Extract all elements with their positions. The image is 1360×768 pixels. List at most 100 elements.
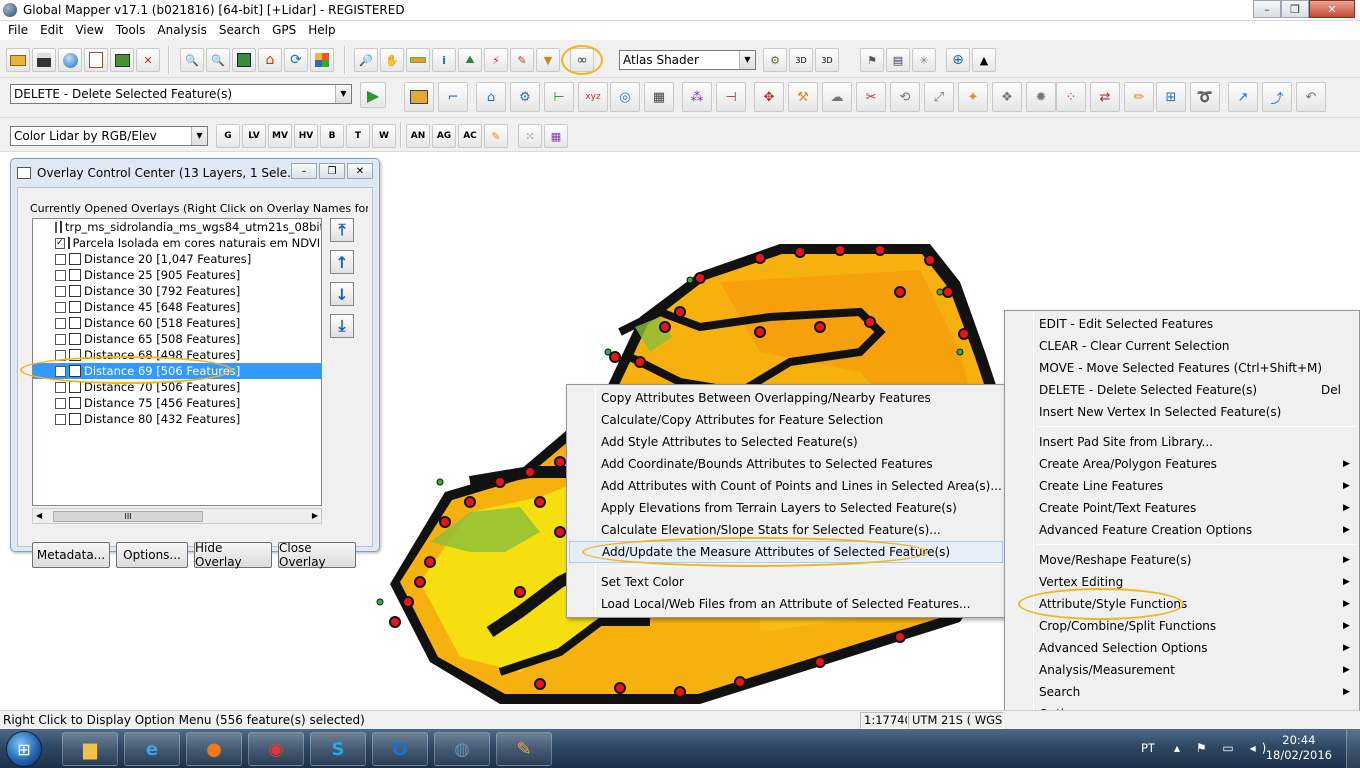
play-icon[interactable]: ▶ bbox=[360, 82, 386, 108]
start-button[interactable]: ⊞ bbox=[6, 731, 42, 767]
scroll-left-icon[interactable]: ◀ bbox=[36, 511, 42, 520]
outlook-icon[interactable]: O bbox=[372, 732, 428, 766]
lidar-edit-icon[interactable]: ✎ bbox=[484, 124, 508, 148]
occ-close-button[interactable]: ✕ bbox=[347, 163, 373, 179]
overlay-list-item[interactable]: Distance 65 [508 Features] bbox=[33, 331, 321, 347]
lidar-color-select[interactable]: Color Lidar by RGB/Elev ▼ bbox=[10, 126, 208, 146]
select-points-icon[interactable]: ⁘ bbox=[1056, 82, 1086, 112]
menu-view[interactable]: View bbox=[69, 21, 109, 40]
sparkle-icon[interactable]: ✳ bbox=[912, 48, 936, 72]
submenu-item[interactable]: Load Local/Web Files from an Attribute o… bbox=[567, 593, 1005, 615]
lidar-water-button[interactable]: W bbox=[372, 124, 396, 148]
path-profile-icon[interactable]: ⛰ bbox=[458, 48, 482, 72]
move-to-bottom-button[interactable]: ⤓ bbox=[330, 314, 354, 338]
shader-settings-icon[interactable]: ⚙ bbox=[763, 48, 787, 72]
refresh-icon[interactable]: ⟳ bbox=[284, 48, 308, 72]
context-menu-item[interactable]: Create Area/Polygon Features ▶ bbox=[1005, 453, 1359, 475]
3d-view-button[interactable]: 3D bbox=[789, 48, 813, 72]
context-menu-item[interactable]: Search ▶ bbox=[1005, 681, 1359, 703]
language-indicator[interactable]: PT bbox=[1141, 741, 1155, 755]
circle-icon[interactable]: ◎ bbox=[610, 82, 640, 112]
vertex-edit-icon[interactable]: ⁂ bbox=[682, 82, 712, 112]
zoom-out-icon[interactable]: 🔍 bbox=[206, 48, 230, 72]
config-icon[interactable] bbox=[110, 48, 134, 72]
menu-help[interactable]: Help bbox=[302, 21, 341, 40]
layer-visibility-checkbox[interactable] bbox=[55, 397, 66, 409]
menu-gps[interactable]: GPS bbox=[266, 21, 302, 40]
lidar-ag-button[interactable]: AG bbox=[432, 124, 456, 148]
lidar-building-button[interactable]: B bbox=[320, 124, 344, 148]
overlay-list-item[interactable]: trp_ms_sidrolandia_ms_wgs84_utm21s_08bit… bbox=[33, 219, 321, 235]
show-desktop-button[interactable] bbox=[1346, 729, 1360, 768]
context-menu-item[interactable]: Move/Reshape Feature(s) ▶ bbox=[1005, 549, 1359, 571]
layer-visibility-checkbox[interactable] bbox=[55, 317, 66, 329]
maximize-button[interactable]: ❐ bbox=[1281, 0, 1309, 18]
submenu-item[interactable]: Calculate/Copy Attributes for Feature Se… bbox=[567, 409, 1005, 431]
attribute-icon[interactable]: ✦ bbox=[958, 82, 988, 112]
layer-visibility-checkbox[interactable] bbox=[55, 381, 66, 393]
overlay-list-item[interactable]: Distance 45 [648 Features] bbox=[33, 299, 321, 315]
layer-visibility-checkbox[interactable]: ✓ bbox=[55, 237, 65, 249]
lidar-grid-icon[interactable]: ▦ bbox=[544, 124, 568, 148]
hide-overlay-button[interactable]: Hide Overlay bbox=[194, 541, 272, 569]
feature-info-icon[interactable]: i bbox=[432, 48, 456, 72]
overlay-list-item[interactable]: Distance 25 [905 Features] bbox=[33, 267, 321, 283]
overlay-list-item[interactable]: Distance 60 [518 Features] bbox=[33, 315, 321, 331]
combine-icon[interactable]: ⊞ bbox=[1156, 82, 1186, 112]
overlay-list-item[interactable]: Distance 30 [792 Features] bbox=[33, 283, 321, 299]
move-up-button[interactable]: ↑ bbox=[330, 250, 354, 274]
menu-file[interactable]: File bbox=[2, 21, 34, 40]
move-down-button[interactable]: ↓ bbox=[330, 282, 354, 306]
overlay-list-item[interactable]: ✓ Parcela Isolada em cores naturais em ND… bbox=[33, 235, 321, 251]
zoom-in-icon[interactable]: 🔍 bbox=[180, 48, 204, 72]
range-ring-icon[interactable]: ⚙ bbox=[510, 82, 540, 112]
submenu-item[interactable]: Add Coordinate/Bounds Attributes to Sele… bbox=[567, 453, 1005, 475]
create-point-icon[interactable]: ⌂ bbox=[476, 82, 506, 112]
clock[interactable]: 20:44 18/02/2016 bbox=[1266, 733, 1332, 763]
open-folder-icon[interactable] bbox=[6, 48, 30, 72]
home-icon[interactable]: ⌂ bbox=[258, 48, 282, 72]
layer-visibility-checkbox[interactable] bbox=[55, 413, 66, 425]
file-explorer-icon[interactable]: ▆ bbox=[62, 732, 118, 766]
submenu-item[interactable]: Add Attributes with Count of Points and … bbox=[567, 475, 1005, 497]
layer-visibility-checkbox[interactable] bbox=[55, 285, 66, 297]
context-menu-item[interactable]: Insert New Vertex In Selected Feature(s) bbox=[1005, 401, 1359, 423]
menu-search[interactable]: Search bbox=[213, 21, 266, 40]
lidar-med-veg-button[interactable]: MV bbox=[268, 124, 292, 148]
dropdown-icon[interactable]: ▼ bbox=[536, 48, 560, 72]
magnifier-icon[interactable]: 🔎 bbox=[354, 48, 378, 72]
lidar-tower-button[interactable]: T bbox=[346, 124, 370, 148]
globe-icon[interactable] bbox=[58, 48, 82, 72]
paint-icon[interactable]: ✎ bbox=[496, 732, 552, 766]
overlay-list-scrollbar[interactable]: ◀ III ▶ bbox=[32, 508, 322, 524]
minimize-button[interactable]: – bbox=[1253, 0, 1281, 18]
layer-visibility-checkbox[interactable] bbox=[55, 269, 66, 281]
occ-minimize-button[interactable]: – bbox=[291, 163, 317, 179]
buffer-icon[interactable]: ✹ bbox=[1026, 82, 1056, 112]
measure-line-icon[interactable]: ↗ bbox=[1228, 82, 1258, 112]
submenu-item[interactable]: Add Style Attributes to Selected Feature… bbox=[567, 431, 1005, 453]
firefox-icon[interactable]: ● bbox=[186, 732, 242, 766]
create-line-icon[interactable]: ⌐ bbox=[438, 82, 468, 112]
layer-visibility-checkbox[interactable] bbox=[55, 221, 57, 233]
menu-edit[interactable]: Edit bbox=[34, 21, 69, 40]
3d-options-button[interactable]: 3D bbox=[815, 48, 839, 72]
path-icon[interactable]: ➰ bbox=[1190, 82, 1220, 112]
connect-icon[interactable]: ⇄ bbox=[1090, 82, 1120, 112]
measure-icon[interactable] bbox=[406, 48, 430, 72]
move-to-top-button[interactable]: ⤒ bbox=[330, 218, 354, 242]
submenu-item[interactable]: Copy Attributes Between Overlapping/Near… bbox=[567, 387, 1005, 409]
rotate-icon[interactable]: ⟲ bbox=[890, 82, 920, 112]
lidar-low-veg-button[interactable]: LV bbox=[242, 124, 266, 148]
close-button[interactable]: ✕ bbox=[1309, 0, 1355, 18]
snap-icon[interactable]: ✂ bbox=[856, 82, 886, 112]
text-feature-icon[interactable]: ⊢ bbox=[544, 82, 574, 112]
options-button[interactable]: Options... bbox=[116, 542, 188, 568]
shader-select[interactable]: Atlas Shader ▼ bbox=[619, 50, 756, 70]
tools-icon[interactable]: ✕ bbox=[136, 48, 160, 72]
metadata-button[interactable]: Metadata... bbox=[32, 542, 110, 568]
edit-attribute-icon[interactable]: ✏ bbox=[1124, 82, 1154, 112]
layout-icon[interactable] bbox=[84, 48, 108, 72]
menu-tools[interactable]: Tools bbox=[110, 21, 152, 40]
lidar-ground-button[interactable]: G bbox=[216, 124, 240, 148]
